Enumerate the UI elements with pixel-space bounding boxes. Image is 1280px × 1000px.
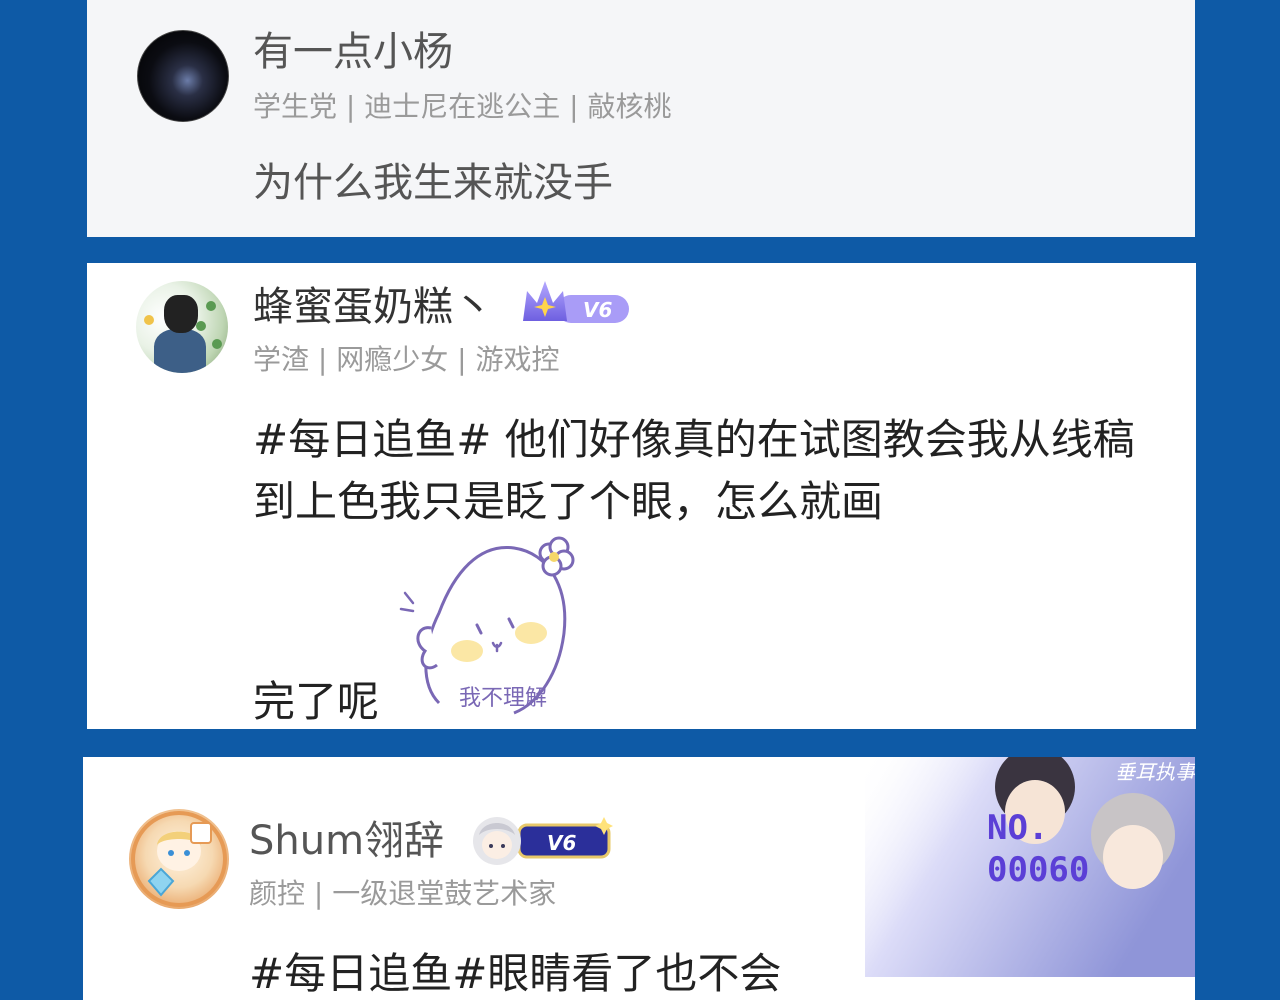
- avatar[interactable]: [129, 809, 229, 909]
- banner-number-label: NO.: [987, 808, 1048, 848]
- badge-level-text: V6: [583, 298, 612, 322]
- banner-title: 垂耳执事: [1115, 760, 1195, 784]
- chibi-v6-badge-icon: V6: [473, 817, 613, 865]
- avatar-illustration: [131, 811, 227, 907]
- post-text-continued: 完了呢: [253, 677, 380, 726]
- banner-number-value: 00060: [987, 850, 1089, 890]
- username[interactable]: 有一点小杨: [253, 28, 453, 76]
- post-card[interactable]: 垂耳执事 NO. 00060 Shum翎辞 V6 颜控 | 一级退堂鼓艺术家 #…: [83, 757, 1195, 1000]
- post-card[interactable]: 有一点小杨 学生党 | 迪士尼在逃公主 | 敲核桃 为什么我生来就没手: [87, 0, 1195, 237]
- avatar[interactable]: [137, 30, 229, 122]
- profile-banner-decoration: 垂耳执事 NO. 00060: [865, 757, 1195, 977]
- user-tags: 学渣 | 网瘾少女 | 游戏控: [253, 343, 560, 376]
- crown-v6-badge-icon: V6: [523, 281, 629, 323]
- sticker-caption: 我不理解: [459, 686, 547, 711]
- post-text: #每日追鱼#眼睛看了也不会: [249, 949, 782, 998]
- post-card[interactable]: 蜂蜜蛋奶糕丶 V6 学渣 | 网瘾少女 | 游戏控 #每日追鱼# 他们好像真的在…: [87, 263, 1196, 729]
- post-text: #每日追鱼# 他们好像真的在试图教会我从线稿到上色我只是眨了个眼，怎么就画: [253, 415, 1135, 526]
- post-text: 为什么我生来就没手: [253, 160, 613, 206]
- username[interactable]: 蜂蜜蛋奶糕丶: [253, 283, 493, 331]
- seal-sticker-icon: 我不理解: [399, 536, 575, 715]
- user-tags: 颜控 | 一级退堂鼓艺术家: [249, 877, 557, 910]
- avatar[interactable]: [136, 281, 228, 373]
- user-tags: 学生党 | 迪士尼在逃公主 | 敲核桃: [253, 90, 672, 123]
- username[interactable]: Shum翎辞: [249, 817, 444, 865]
- badge-level-text: V6: [547, 831, 576, 855]
